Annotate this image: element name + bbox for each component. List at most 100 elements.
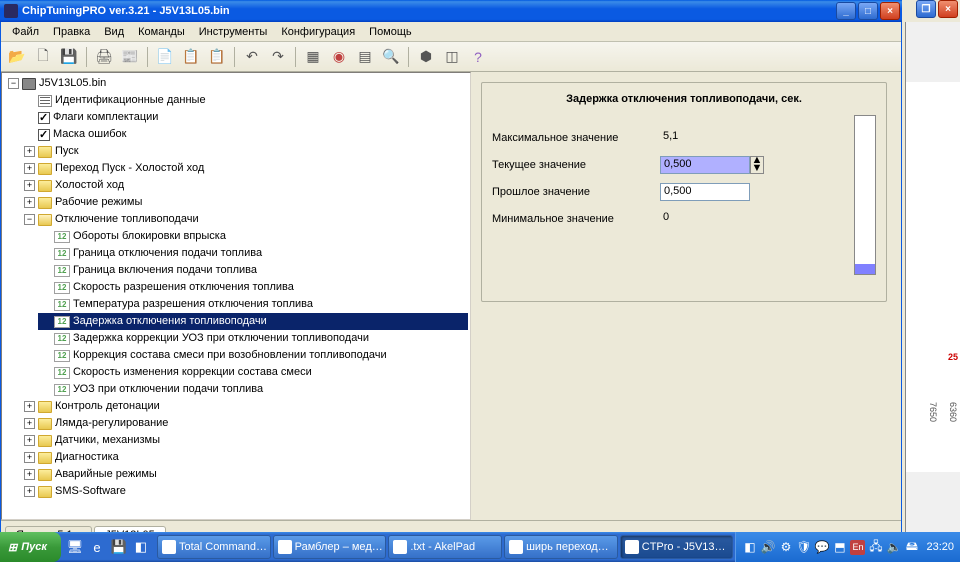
paste-icon[interactable]: 📋 (179, 45, 203, 69)
tree-root[interactable]: −J5V13L05.bin (6, 75, 468, 92)
tree-node[interactable]: 12Скорость разрешения отключения топлива (38, 279, 468, 296)
tray-icon[interactable]: ⚙ (778, 540, 793, 555)
tray-icon[interactable]: 💬 (814, 540, 829, 555)
expander-icon[interactable]: + (24, 401, 35, 412)
hex-icon[interactable]: ⬢ (414, 45, 438, 69)
tree-node[interactable]: −Отключение топливоподачи (22, 211, 468, 228)
tree-node[interactable]: 12Граница включения подачи топлива (38, 262, 468, 279)
folder-icon (38, 486, 52, 498)
expander-icon[interactable]: + (24, 180, 35, 191)
current-value-input[interactable]: 0,500 (660, 156, 750, 174)
checkbox-icon (38, 129, 50, 141)
ql-desktop-icon[interactable]: 🖥 (65, 536, 85, 558)
tree-node[interactable]: 12Коррекция состава смеси при возобновле… (38, 347, 468, 364)
tree-label: Коррекция состава смеси при возобновлени… (73, 348, 387, 363)
undo-icon[interactable]: ↶ (240, 45, 264, 69)
redo-icon[interactable]: ↷ (266, 45, 290, 69)
tree-node[interactable]: +Рабочие режимы (22, 194, 468, 211)
expander-icon[interactable]: + (24, 146, 35, 157)
module-icon[interactable]: ▦ (301, 45, 325, 69)
help-icon[interactable]: ? (466, 45, 490, 69)
tree-node[interactable]: +SMS-Software (22, 483, 468, 500)
menu-edit[interactable]: Правка (46, 24, 97, 40)
tree-node[interactable]: +Контроль детонации (22, 398, 468, 415)
tree-label: УОЗ при отключении подачи топлива (73, 382, 263, 397)
tray-lang-icon[interactable]: En (850, 540, 865, 555)
expander-icon[interactable]: + (24, 469, 35, 480)
tree-node[interactable]: + Пуск (22, 143, 468, 160)
menu-tools[interactable]: Инструменты (192, 24, 275, 40)
ql-app-icon[interactable]: ◧ (131, 536, 151, 558)
tray-icon[interactable]: 🔊 (760, 540, 775, 555)
tray-icon[interactable]: 🖧 (868, 540, 883, 555)
start-button[interactable]: ⊞Пуск (0, 532, 61, 562)
copy-icon[interactable]: 📄 (153, 45, 177, 69)
expander-icon[interactable]: − (8, 78, 19, 89)
bg-restore-button[interactable]: ❐ (916, 0, 936, 18)
new-icon[interactable]: 🗋 (31, 45, 55, 69)
menu-config[interactable]: Конфигурация (274, 24, 362, 40)
close-button[interactable]: × (880, 2, 900, 20)
menu-commands[interactable]: Команды (131, 24, 192, 40)
tree-node[interactable]: +Переход Пуск - Холостой ход (22, 160, 468, 177)
menu-file[interactable]: Файл (5, 24, 46, 40)
expander-icon[interactable]: + (24, 435, 35, 446)
tree-node[interactable]: 12Скорость изменения коррекции состава с… (38, 364, 468, 381)
tree-node[interactable]: 12Задержка отключения топливоподачи (38, 313, 468, 330)
expander-icon[interactable]: + (24, 452, 35, 463)
ql-save-icon[interactable]: 💾 (109, 536, 129, 558)
tree-node[interactable]: Маска ошибок (22, 126, 468, 143)
tree-node[interactable]: Идентификационные данные (22, 92, 468, 109)
menu-view[interactable]: Вид (97, 24, 131, 40)
tree-node[interactable]: 12Температура разрешения отключения топл… (38, 296, 468, 313)
tray-icon[interactable]: ⬒ (832, 540, 847, 555)
taskbar-task[interactable]: ширь переход… (504, 535, 618, 559)
print-preview-icon[interactable]: 📰 (118, 45, 142, 69)
tree-node[interactable]: 12Задержка коррекции УОЗ при отключении … (38, 330, 468, 347)
tree-node[interactable]: +Диагностика (22, 449, 468, 466)
maximize-button[interactable]: □ (858, 2, 878, 20)
tray-icon[interactable]: ◧ (742, 540, 757, 555)
expander-icon[interactable]: + (24, 163, 35, 174)
chip-icon[interactable]: ◫ (440, 45, 464, 69)
tree-node[interactable]: +Датчики, механизмы (22, 432, 468, 449)
save-icon[interactable]: 💾 (57, 45, 81, 69)
expander-icon[interactable]: + (24, 197, 35, 208)
bg-close-button[interactable]: × (938, 0, 958, 18)
tree-label: Идентификационные данные (55, 93, 206, 108)
panel-title: Задержка отключения топливоподачи, сек. (492, 93, 876, 105)
expander-icon[interactable]: + (24, 486, 35, 497)
minimize-button[interactable]: _ (836, 2, 856, 20)
info-icon[interactable]: ◉ (327, 45, 351, 69)
tree-node[interactable]: +Холостой ход (22, 177, 468, 194)
value-icon: 12 (54, 265, 70, 277)
taskbar-task[interactable]: .txt - AkelPad (388, 535, 502, 559)
open-icon[interactable]: 📂 (5, 45, 29, 69)
tree-node[interactable]: +Лямда-регулирование (22, 415, 468, 432)
expander-icon[interactable]: + (24, 418, 35, 429)
taskbar-task[interactable]: Total Command… (157, 535, 271, 559)
tree-node[interactable]: +Аварийные режимы (22, 466, 468, 483)
tree-label: Пуск (55, 144, 79, 159)
ql-ie-icon[interactable]: e (87, 536, 107, 558)
clock[interactable]: 23:20 (926, 541, 954, 553)
tray-icon[interactable]: 🔈 (886, 540, 901, 555)
expander-icon[interactable]: − (24, 214, 35, 225)
taskbar-task[interactable]: CTPro - J5V13… (620, 535, 734, 559)
spin-control[interactable]: ▲▼ (750, 156, 764, 174)
tree-node[interactable]: Флаги комплектации (22, 109, 468, 126)
taskbar-task[interactable]: Рамблер – мед… (273, 535, 387, 559)
find-icon[interactable]: 🔍 (379, 45, 403, 69)
value-icon: 12 (54, 248, 70, 260)
tray-icon[interactable]: 🛡 (796, 540, 811, 555)
tree-node[interactable]: 12УОЗ при отключении подачи топлива (38, 381, 468, 398)
tree-view[interactable]: −J5V13L05.binИдентификационные данныеФла… (1, 72, 471, 520)
tree-node[interactable]: 12Граница отключения подачи топлива (38, 245, 468, 262)
tray-icon[interactable]: 🖴 (904, 540, 919, 555)
table-icon[interactable]: ▤ (353, 45, 377, 69)
tree-node[interactable]: 12Обороты блокировки впрыска (38, 228, 468, 245)
menu-help[interactable]: Помощь (362, 24, 419, 40)
paste2-icon[interactable]: 📋 (205, 45, 229, 69)
value-icon: 12 (54, 367, 70, 379)
print-icon[interactable]: 🖨 (92, 45, 116, 69)
